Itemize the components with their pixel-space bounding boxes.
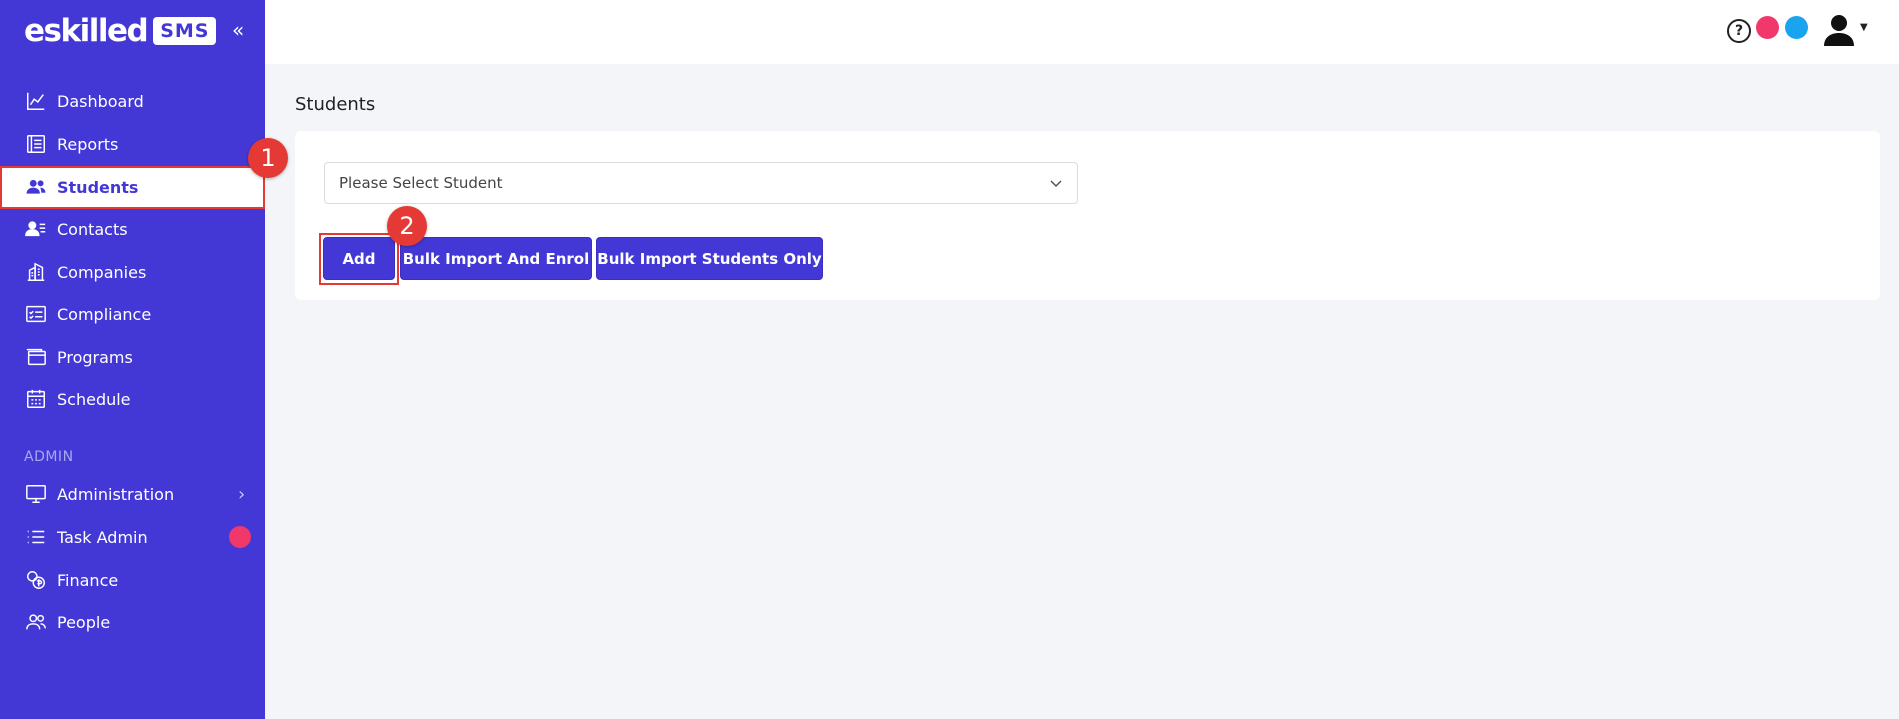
sidebar-item-label: Contacts [57,219,128,239]
avatar-icon[interactable] [1822,14,1856,46]
section-label-admin: ADMIN [24,449,74,465]
sidebar-item-contacts[interactable]: Contacts [0,208,265,250]
sidebar-item-schedule[interactable]: Schedule [0,378,265,420]
sidebar-item-people[interactable]: People [0,601,265,643]
help-icon[interactable]: ? [1727,19,1751,43]
sidebar-item-label: Administration [57,484,175,504]
sidebar-item-label: Finance [57,570,119,590]
sidebar-item-students[interactable]: Students [0,166,265,208]
brand-badge: SMS [153,17,217,45]
users-icon [24,175,48,199]
sidebar-item-label: Schedule [57,389,131,409]
sidebar-item-finance[interactable]: Finance [0,559,265,601]
annotation-badge-1: 1 [248,138,288,178]
notification-dot [229,526,251,548]
sidebar-item-label: Dashboard [57,91,144,111]
add-button[interactable]: Add [323,237,395,280]
chevron-right-icon: › [238,483,246,505]
sidebar-item-label: Programs [57,347,133,367]
student-select[interactable]: Please Select Student [324,162,1078,204]
sidebar-item-programs[interactable]: Programs [0,336,265,378]
contacts-icon [24,217,48,241]
sidebar-item-label: Compliance [57,304,152,324]
page-title: Students [295,94,376,115]
calendar-icon [24,387,48,411]
sidebar-item-label: Students [57,177,139,197]
sidebar-item-administration[interactable]: Administration › [0,473,265,515]
sidebar-item-companies[interactable]: Companies [0,251,265,293]
list-icon [24,525,48,549]
sidebar-item-compliance[interactable]: Compliance [0,293,265,335]
sidebar-item-label: People [57,612,111,632]
topbar [265,0,1899,64]
people-icon [24,610,48,634]
bulk-import-enrol-button[interactable]: Bulk Import And Enrol [400,237,592,280]
building-icon [24,260,48,284]
sidebar-item-dashboard[interactable]: Dashboard [0,80,265,122]
report-icon [24,132,48,156]
monitor-icon [24,482,48,506]
collapse-sidebar-icon[interactable]: « [232,18,244,42]
sidebar-item-label: Reports [57,134,119,154]
student-select-placeholder: Please Select Student [339,174,503,192]
status-dot-pink[interactable] [1756,16,1779,39]
sidebar-item-task-admin[interactable]: Task Admin [0,516,265,558]
status-dot-blue[interactable] [1785,16,1808,39]
coins-icon [24,568,48,592]
chart-line-icon [24,89,48,113]
sidebar-item-label: Task Admin [57,527,148,547]
window-icon [24,345,48,369]
annotation-badge-2: 2 [387,206,427,246]
checklist-icon [24,302,48,326]
caret-down-icon[interactable]: ▼ [1860,22,1868,33]
bulk-import-students-button[interactable]: Bulk Import Students Only [596,237,823,280]
sidebar: eskilled SMS « Dashboard Reports Student… [0,0,265,719]
sidebar-item-label: Companies [57,262,147,282]
chevron-down-icon [1050,180,1062,188]
brand-name: eskilled [24,13,149,49]
brand-logo[interactable]: eskilled SMS [24,13,217,49]
sidebar-item-reports[interactable]: Reports [0,123,265,165]
